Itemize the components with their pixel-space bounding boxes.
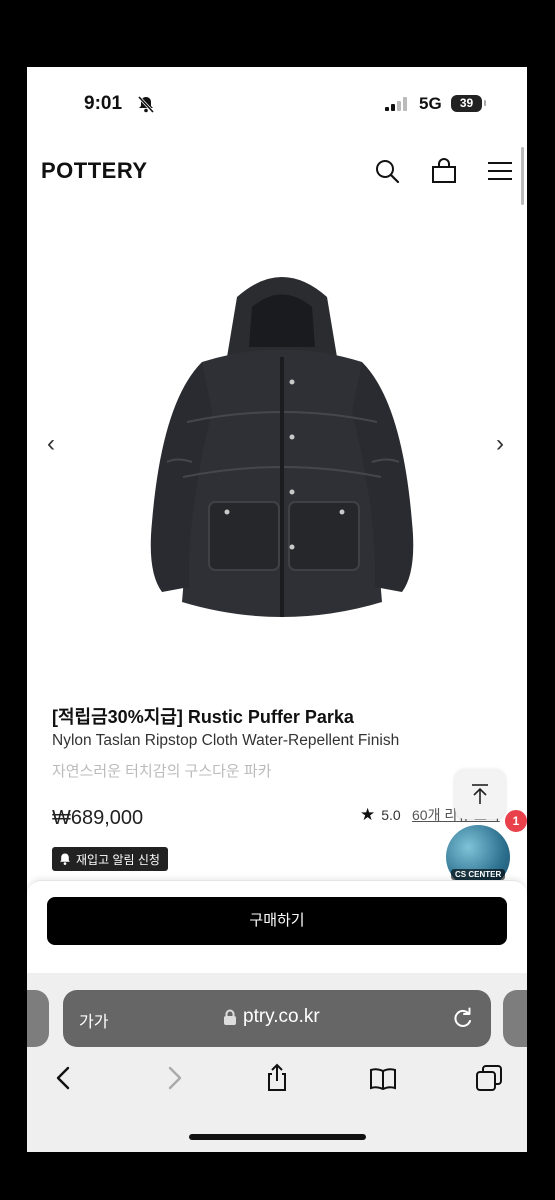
cellular-signal-icon (385, 97, 407, 111)
phone-screen: 9:01 5G 39 POTTERY ‹ › [적립금30%지급] Rustic… (27, 67, 527, 1152)
carousel-prev-button[interactable]: ‹ (47, 430, 55, 458)
status-bar: 9:01 5G 39 (27, 67, 527, 142)
restock-alert-label: 재입고 알림 신청 (76, 852, 160, 867)
bell-icon (60, 853, 70, 865)
star-icon: ★ (360, 805, 376, 824)
previous-tab-peek[interactable] (27, 990, 49, 1047)
site-logo[interactable]: POTTERY (41, 158, 148, 184)
shopping-bag-icon[interactable] (429, 156, 459, 186)
next-tab-peek[interactable] (503, 990, 527, 1047)
home-indicator[interactable] (189, 1134, 366, 1140)
battery-icon: 39 (451, 95, 482, 112)
product-title: [적립금30%지급] Rustic Puffer Parka (52, 707, 354, 727)
reload-icon[interactable] (451, 1006, 475, 1030)
forward-icon[interactable] (159, 1063, 189, 1093)
product-description: 자연스러운 터치감의 구스다운 파카 (52, 763, 272, 780)
battery-tip (484, 100, 486, 106)
product-subtitle: Nylon Taslan Ripstop Cloth Water-Repelle… (52, 732, 400, 749)
share-icon[interactable] (262, 1063, 292, 1093)
clock: 9:01 (84, 93, 123, 114)
url-text: ptry.co.kr (243, 1006, 320, 1027)
purchase-panel: 구매하기 (27, 880, 527, 986)
bookmarks-icon[interactable] (368, 1063, 398, 1093)
search-icon[interactable] (372, 156, 402, 186)
network-type: 5G (419, 94, 442, 113)
site-header: POTTERY (27, 142, 527, 202)
hamburger-menu-icon[interactable] (485, 156, 515, 186)
carousel-next-button[interactable]: › (496, 430, 504, 458)
tabs-icon[interactable] (474, 1063, 504, 1093)
product-price: ₩689,000 (52, 807, 144, 829)
browser-toolbar: 가가 ptry.co.kr (27, 973, 527, 1152)
rating-value: 5.0 (381, 807, 401, 823)
bell-muted-icon (137, 95, 155, 113)
scroll-to-top-button[interactable] (455, 769, 505, 819)
address-bar[interactable]: 가가 ptry.co.kr (63, 990, 491, 1047)
page-scrollbar[interactable] (521, 147, 524, 205)
buy-button[interactable]: 구매하기 (47, 897, 507, 945)
product-rating: ★ 5.0 (360, 805, 401, 825)
restock-alert-button[interactable]: 재입고 알림 신청 (52, 847, 168, 871)
product-image-puffer-parka[interactable] (117, 262, 447, 632)
notification-badge: 1 (504, 809, 527, 833)
lock-icon (224, 1009, 236, 1025)
url-display[interactable]: ptry.co.kr (223, 1006, 320, 1028)
page-settings-button[interactable]: 가가 (79, 1008, 108, 1032)
arrow-up-icon (472, 784, 488, 804)
cs-center-label: CS CENTER (451, 869, 506, 880)
back-icon[interactable] (49, 1063, 79, 1093)
